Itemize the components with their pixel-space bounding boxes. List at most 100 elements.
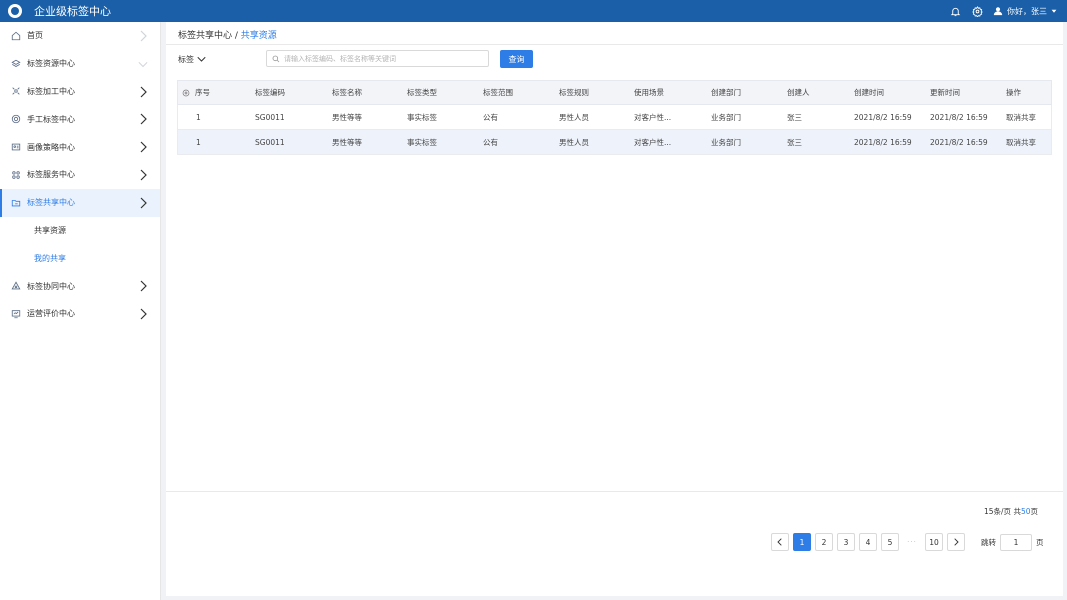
cell-code: SG0011 bbox=[255, 137, 285, 147]
page-button-4[interactable]: 4 bbox=[859, 533, 877, 551]
column-header: 标签类型 bbox=[407, 88, 437, 97]
column-header: 创建人 bbox=[787, 88, 810, 97]
settings-icon[interactable] bbox=[971, 5, 983, 17]
query-button[interactable]: 查询 bbox=[500, 50, 533, 68]
cell-dept: 业务部门 bbox=[711, 137, 741, 147]
page-button-5[interactable]: 5 bbox=[881, 533, 899, 551]
cell-rule: 男性人员 bbox=[559, 112, 589, 122]
column-header: 创建时间 bbox=[854, 88, 884, 97]
sidebar-item-label: 画像策略中心 bbox=[27, 142, 75, 152]
jump-label: 跳转 bbox=[981, 537, 996, 547]
caret-down-icon bbox=[1051, 9, 1057, 13]
tag-type-label: 标签 bbox=[178, 55, 194, 64]
divider bbox=[166, 491, 1063, 492]
cell-creator: 张三 bbox=[787, 137, 802, 147]
cell-range: 公有 bbox=[483, 112, 498, 122]
cell-scene: 对客户性... bbox=[634, 112, 672, 122]
chevron-right-icon bbox=[140, 169, 147, 181]
cell-code: SG0011 bbox=[255, 112, 285, 122]
app-logo bbox=[8, 4, 22, 18]
sidebar-item-service[interactable]: 标签服务中心 bbox=[0, 161, 160, 189]
jump-page-input[interactable] bbox=[1000, 533, 1032, 551]
sidebar-item-resource[interactable]: 标签资源中心 bbox=[0, 50, 160, 78]
table-row: 1 SG0011 男性等等 事实标签 公有 男性人员 对客户性... 业务部门 … bbox=[177, 130, 1052, 155]
cell-name: 男性等等 bbox=[332, 137, 362, 147]
chevron-right-icon bbox=[140, 86, 147, 98]
cell-update-time: 2021/8/2 16:59 bbox=[930, 137, 988, 147]
sidebar-item-label: 运营评价中心 bbox=[27, 309, 75, 319]
sidebar-subitem-shared-resources[interactable]: 共享资源 bbox=[0, 217, 160, 245]
search-input[interactable] bbox=[284, 54, 484, 63]
chevron-right-icon bbox=[140, 280, 147, 292]
table-row: 1 SG0011 男性等等 事实标签 公有 男性人员 对客户性... 业务部门 … bbox=[177, 105, 1052, 130]
next-page-button[interactable] bbox=[947, 533, 965, 551]
column-header-index: 序号 bbox=[178, 87, 255, 98]
sidebar-item-label: 标签共享中心 bbox=[27, 198, 75, 208]
table-header: 序号 标签编码 标签名称 标签类型 标签范围 标签规则 使用场景 创建部门 创建… bbox=[177, 80, 1052, 105]
chevron-right-icon bbox=[140, 30, 147, 42]
main-content: 标签共享中心 / 共享资源 标签 查询 序号 标签编码 标签名称 标签类型 标签… bbox=[166, 22, 1063, 596]
portrait-icon bbox=[11, 142, 21, 152]
app-title: 企业级标签中心 bbox=[34, 5, 111, 18]
page-button-last[interactable]: 10 bbox=[925, 533, 943, 551]
cell-creator: 张三 bbox=[787, 112, 802, 122]
prev-page-button[interactable] bbox=[771, 533, 789, 551]
total-prefix: 共 bbox=[1013, 507, 1021, 516]
cell-update-time: 2021/8/2 16:59 bbox=[930, 112, 988, 122]
cell-dept: 业务部门 bbox=[711, 112, 741, 122]
chevron-down-icon bbox=[197, 56, 206, 62]
sidebar-subitem-my-shares[interactable]: 我的共享 bbox=[0, 244, 160, 272]
cell-index: 1 bbox=[196, 137, 201, 147]
cell-create-time: 2021/8/2 16:59 bbox=[854, 112, 912, 122]
cell-create-time: 2021/8/2 16:59 bbox=[854, 137, 912, 147]
grid-icon bbox=[11, 170, 21, 180]
sidebar-item-manual[interactable]: 手工标签中心 bbox=[0, 105, 160, 133]
search-box[interactable] bbox=[266, 50, 489, 67]
page-button-3[interactable]: 3 bbox=[837, 533, 855, 551]
column-header: 标签规则 bbox=[559, 88, 589, 97]
chevron-right-icon bbox=[140, 308, 147, 320]
sidebar-item-portrait[interactable]: 画像策略中心 bbox=[0, 133, 160, 161]
sidebar-item-evaluation[interactable]: 运营评价中心 bbox=[0, 300, 160, 328]
page-ellipsis[interactable]: ··· bbox=[903, 538, 921, 546]
cell-type: 事实标签 bbox=[407, 137, 437, 147]
breadcrumb-current: 共享资源 bbox=[240, 31, 277, 41]
user-menu[interactable]: 你好，张三 bbox=[993, 6, 1057, 17]
layers-icon bbox=[11, 59, 21, 69]
sidebar-item-home[interactable]: 首页 bbox=[0, 22, 160, 50]
top-header: 企业级标签中心 你好，张三 bbox=[0, 0, 1067, 22]
sidebar-item-label: 标签加工中心 bbox=[27, 86, 75, 96]
page-button-2[interactable]: 2 bbox=[815, 533, 833, 551]
search-icon bbox=[272, 55, 280, 62]
sidebar-item-collaboration[interactable]: 标签协同中心 bbox=[0, 272, 160, 300]
cell-rule: 男性人员 bbox=[559, 137, 589, 147]
sidebar-item-label: 标签服务中心 bbox=[27, 170, 75, 180]
chevron-left-icon bbox=[777, 538, 782, 546]
cancel-share-button[interactable]: 取消共享 bbox=[1006, 113, 1036, 122]
breadcrumb-parent[interactable]: 标签共享中心 bbox=[178, 31, 232, 41]
sidebar-item-sharing[interactable]: 标签共享中心 bbox=[0, 188, 160, 217]
cell-type: 事实标签 bbox=[407, 112, 437, 122]
monitor-icon bbox=[11, 309, 21, 319]
cell-range: 公有 bbox=[483, 137, 498, 147]
breadcrumb-separator: / bbox=[232, 31, 241, 41]
sidebar-item-label: 标签协同中心 bbox=[27, 281, 75, 291]
total-pages: 50 bbox=[1020, 507, 1031, 516]
column-header: 操作 bbox=[1006, 88, 1021, 97]
divider bbox=[166, 44, 1063, 45]
header-actions: 你好，张三 bbox=[949, 0, 1057, 22]
page-summary: 15条/页 共50页 bbox=[984, 506, 1038, 517]
tag-type-dropdown[interactable]: 标签 bbox=[178, 54, 206, 65]
chevron-down-icon bbox=[138, 61, 148, 68]
chevron-right-icon bbox=[140, 113, 147, 125]
bell-icon[interactable] bbox=[949, 5, 961, 17]
page-button-1[interactable]: 1 bbox=[793, 533, 811, 551]
home-icon bbox=[11, 31, 21, 41]
column-header: 标签范围 bbox=[483, 88, 513, 97]
cancel-share-button[interactable]: 取消共享 bbox=[1006, 138, 1036, 147]
sidebar-item-label: 标签资源中心 bbox=[27, 59, 75, 69]
sidebar-item-processing[interactable]: 标签加工中心 bbox=[0, 78, 160, 106]
settings-icon[interactable] bbox=[182, 89, 190, 97]
cell-index: 1 bbox=[196, 112, 201, 122]
chevron-right-icon bbox=[954, 538, 959, 546]
